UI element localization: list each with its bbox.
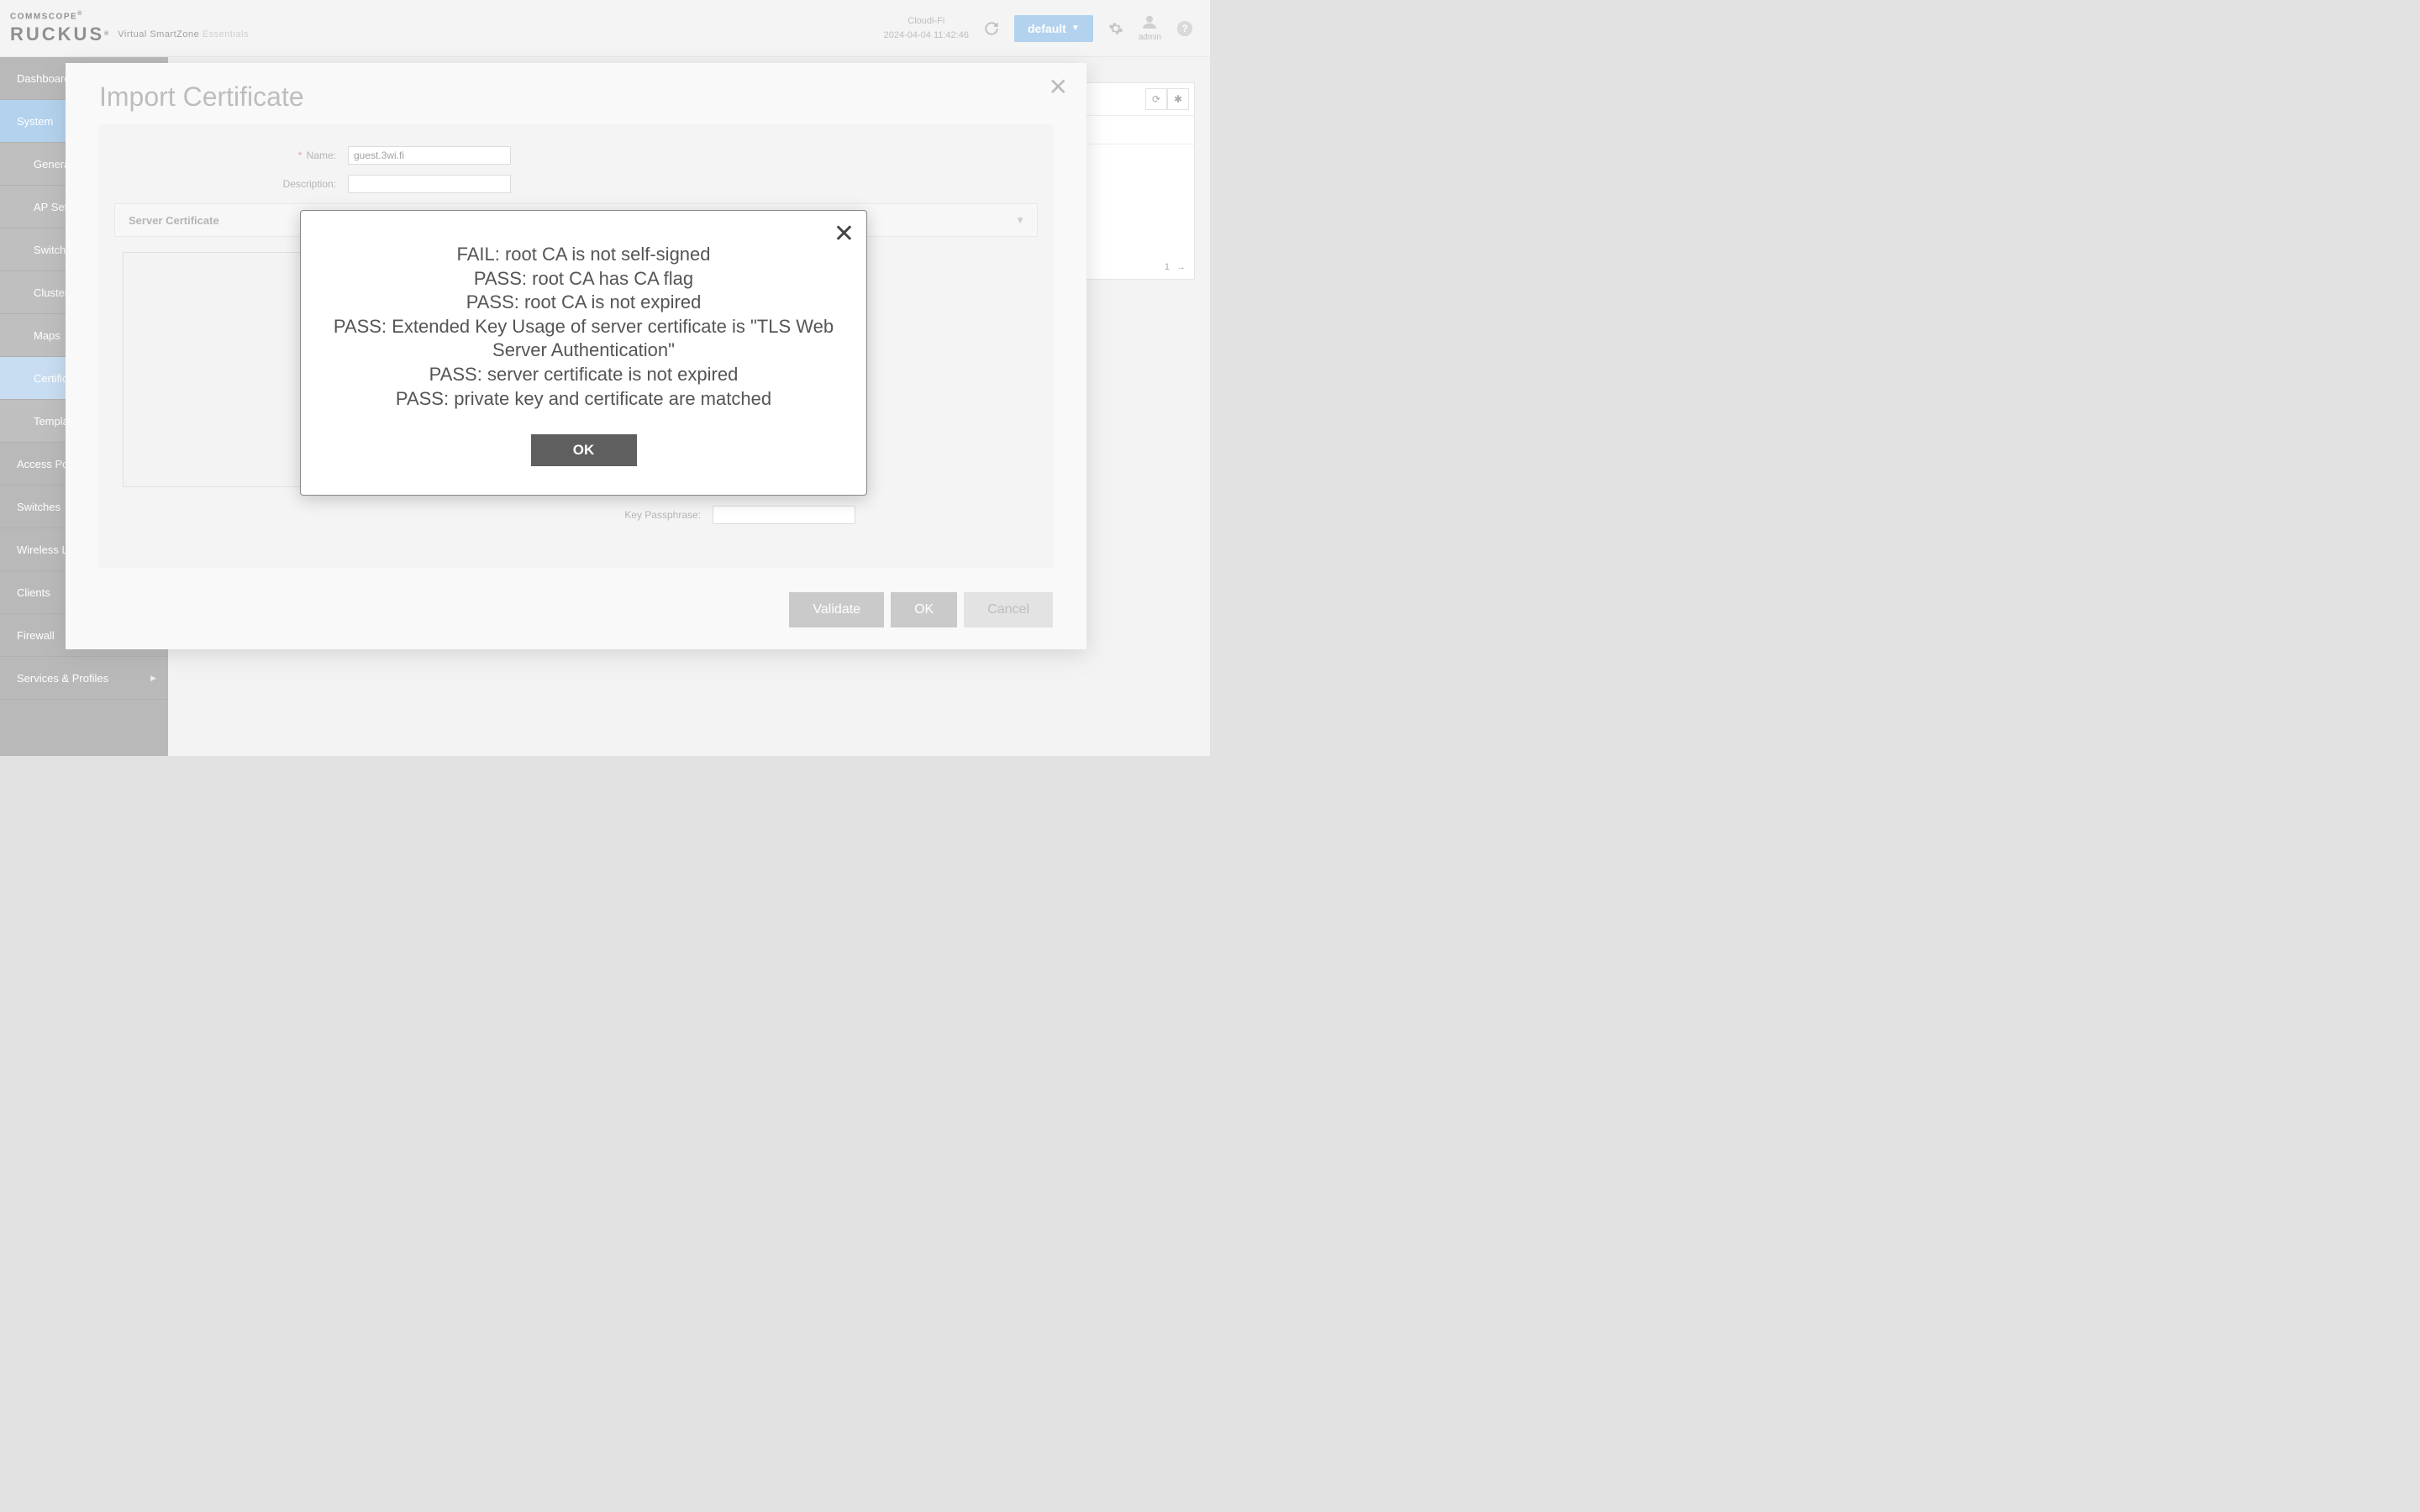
validation-result-dialog: ✕ FAIL: root CA is not self-signed PASS:… [300, 210, 867, 496]
validation-line: FAIL: root CA is not self-signed [326, 243, 841, 267]
validation-line: PASS: server certificate is not expired [326, 363, 841, 387]
validation-messages: FAIL: root CA is not self-signed PASS: r… [326, 243, 841, 411]
ok-button[interactable]: OK [531, 434, 637, 466]
validation-line: PASS: Extended Key Usage of server certi… [326, 315, 841, 363]
close-icon[interactable]: ✕ [834, 219, 855, 249]
validation-line: PASS: private key and certificate are ma… [326, 387, 841, 412]
validation-line: PASS: root CA is not expired [326, 291, 841, 315]
validation-line: PASS: root CA has CA flag [326, 267, 841, 291]
